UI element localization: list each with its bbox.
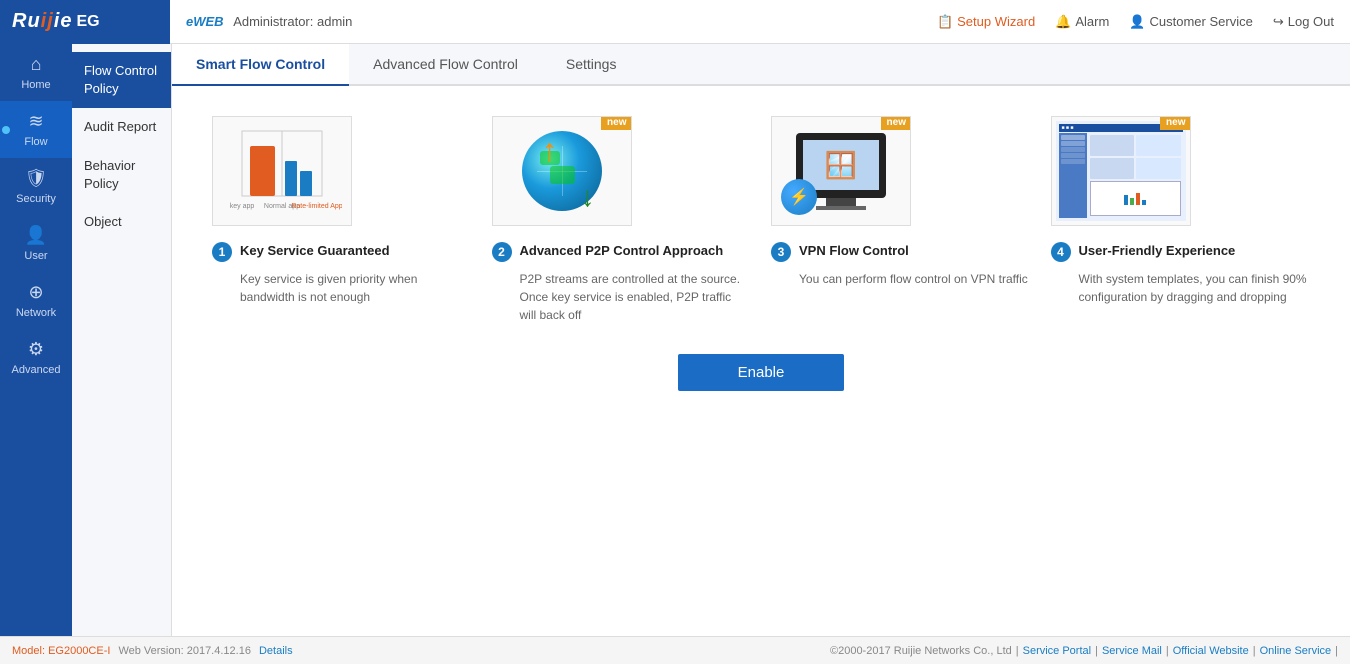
footer-version: Web Version: 2017.4.12.16 [118,645,251,657]
card-image-3: new 🪟 ⚡ [771,116,911,226]
footer-right: ©2000-2017 Ruijie Networks Co., Ltd | Se… [830,645,1338,657]
chart-svg-1: Normal app key app Rate-limited App [222,126,342,216]
logo-area: Ruijie EG [0,0,170,44]
setup-wizard-icon: 📋 [937,14,953,30]
sub-sidebar-item-flow-control-policy[interactable]: Flow Control Policy [72,52,171,108]
tabs: Smart Flow Control Advanced Flow Control… [172,44,1350,86]
flow-icon: ≋ [28,111,43,132]
feature-num-3: 3 [771,242,791,262]
sidebar-label-network: Network [16,307,56,319]
eweb-label: eWEB [186,14,224,29]
sidebar-label-security: Security [16,193,56,205]
content-area: Smart Flow Control Advanced Flow Control… [172,44,1350,636]
feature-title-4: 4 User-Friendly Experience [1051,242,1236,262]
footer-details-link[interactable]: Details [259,645,293,657]
card-image-2: new ↑ [492,116,632,226]
feature-desc-2: P2P streams are controlled at the source… [492,270,752,324]
feature-card-1: Normal app key app Rate-limited App 1 Ke… [212,116,472,324]
tab-smart-flow[interactable]: Smart Flow Control [172,44,349,86]
new-badge-4: new [1160,116,1190,130]
tab-settings[interactable]: Settings [542,44,641,86]
card-image-4: new ■ ■ ■ [1051,116,1191,226]
sidebar-label-advanced: Advanced [12,364,61,376]
customer-service-icon: 👤 [1129,14,1145,30]
footer: Model: EG2000CE-I Web Version: 2017.4.12… [0,636,1350,664]
logo-eg: EG [76,13,99,31]
sidebar-label-user: User [24,250,47,262]
enable-btn-wrapper: Enable [212,354,1310,391]
header: Ruijie EG eWEB Administrator: admin 📋 Se… [0,0,1350,44]
sub-sidebar: Flow Control Policy Audit Report Behavio… [72,44,172,636]
user-icon: 👤 [25,225,47,246]
sub-sidebar-item-audit-report[interactable]: Audit Report [72,108,171,146]
feature-cards: Normal app key app Rate-limited App 1 Ke… [212,116,1310,324]
main-layout: ⌂ Home ≋ Flow 🛡 Security 👤 User ⊕ Networ… [0,44,1350,636]
new-badge-3: new [881,116,911,130]
header-actions: 📋 Setup Wizard 🔔 Alarm 👤 Customer Servic… [937,14,1334,30]
customer-service-btn[interactable]: 👤 Customer Service [1129,14,1253,30]
footer-online-service[interactable]: Online Service [1260,645,1332,657]
sidebar-item-flow[interactable]: ≋ Flow [0,101,72,158]
card-image-1: Normal app key app Rate-limited App [212,116,352,226]
eweb-info: eWEB Administrator: admin [186,14,937,29]
admin-info: Administrator: admin [233,14,352,29]
network-icon: ⊕ [28,282,43,303]
alarm-icon: 🔔 [1055,14,1071,30]
logout-btn[interactable]: ↪ Log Out [1273,14,1334,30]
footer-official-website[interactable]: Official Website [1173,645,1249,657]
logout-icon: ↪ [1273,14,1284,30]
monitor-base [816,206,866,210]
feature-num-1: 1 [212,242,232,262]
setup-wizard-btn[interactable]: 📋 Setup Wizard [937,14,1035,30]
feature-desc-3: You can perform flow control on VPN traf… [771,270,1028,288]
feature-desc-4: With system templates, you can finish 90… [1051,270,1311,306]
sidebar-item-home[interactable]: ⌂ Home [0,44,72,101]
footer-service-portal[interactable]: Service Portal [1023,645,1091,657]
active-indicator [2,126,10,134]
svg-text:key app: key app [230,203,255,210]
sub-sidebar-item-behavior-policy[interactable]: Behavior Policy [72,147,171,203]
sidebar-item-user[interactable]: 👤 User [0,215,72,272]
tab-advanced-flow[interactable]: Advanced Flow Control [349,44,542,86]
feature-title-2: 2 Advanced P2P Control Approach [492,242,724,262]
svg-text:Rate-limited App: Rate-limited App [291,203,342,210]
footer-copyright: ©2000-2017 Ruijie Networks Co., Ltd [830,645,1012,657]
advanced-icon: ⚙ [28,339,44,360]
feature-card-3: new 🪟 ⚡ 3 [771,116,1031,324]
footer-model: Model: EG2000CE-I [12,645,110,657]
sidebar-item-advanced[interactable]: ⚙ Advanced [0,329,72,386]
vpn-globe: ⚡ [781,179,817,215]
monitor-screen: 🪟 [803,140,879,190]
enable-button[interactable]: Enable [678,354,845,391]
sub-sidebar-item-object[interactable]: Object [72,203,171,241]
feature-title-1: 1 Key Service Guaranteed [212,242,390,262]
content-body: Normal app key app Rate-limited App 1 Ke… [172,86,1350,636]
feature-title-3: 3 VPN Flow Control [771,242,909,262]
feature-num-4: 4 [1051,242,1071,262]
feature-card-4: new ■ ■ ■ [1051,116,1311,324]
sidebar-label-flow: Flow [24,136,47,148]
feature-desc-1: Key service is given priority when bandw… [212,270,472,306]
feature-num-2: 2 [492,242,512,262]
sidebar-item-network[interactable]: ⊕ Network [0,272,72,329]
security-icon: 🛡 [25,168,48,189]
sidebar: ⌂ Home ≋ Flow 🛡 Security 👤 User ⊕ Networ… [0,44,72,636]
sidebar-item-security[interactable]: 🛡 Security [0,158,72,215]
sidebar-label-home: Home [21,79,50,91]
feature-card-2: new ↑ [492,116,752,324]
logo-text: Ruijie [12,10,72,33]
footer-service-mail[interactable]: Service Mail [1102,645,1162,657]
home-icon: ⌂ [31,54,42,75]
alarm-btn[interactable]: 🔔 Alarm [1055,14,1109,30]
monitor-stand [826,198,856,206]
